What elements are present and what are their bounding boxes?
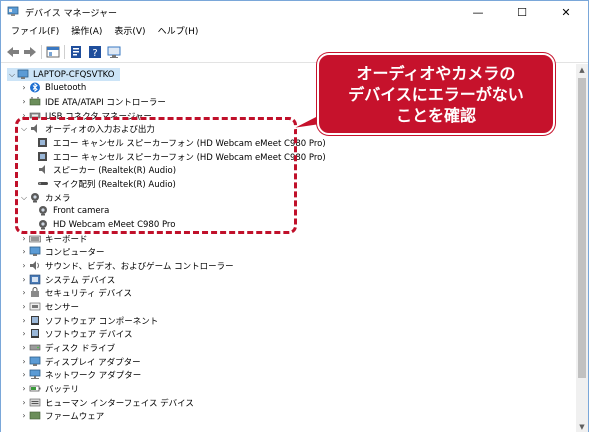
chevron-right-icon[interactable]: ›: [19, 286, 29, 299]
tree-item-label: コンピューター: [45, 247, 105, 258]
chevron-right-icon[interactable]: ›: [19, 327, 29, 340]
computer-icon: [29, 246, 41, 256]
callout-line-1: オーディオやカメラの: [356, 63, 516, 83]
scroll-down-arrow-icon[interactable]: ▼: [576, 421, 588, 432]
menu-view[interactable]: 表示(V): [108, 23, 151, 41]
display-adapter-icon: [29, 356, 41, 366]
tree-root[interactable]: ⌵ LAPTOP-CFQSVTKO: [7, 68, 121, 81]
tree-item-network-adapters[interactable]: › ネットワーク アダプター: [19, 368, 141, 381]
tree-item-software-components[interactable]: › ソフトウェア コンポーネント: [19, 314, 158, 327]
tree-item-firmware[interactable]: › ファームウェア: [19, 409, 104, 422]
tree-item-label: ヒューマン インターフェイス デバイス: [45, 398, 194, 409]
minimize-button[interactable]: —: [456, 1, 500, 23]
ide-controller-icon: [29, 97, 41, 106]
sound-icon: [30, 261, 39, 270]
help-icon[interactable]: ?: [87, 44, 103, 60]
tree-item-label: ソフトウェア デバイス: [45, 329, 133, 340]
tree-item-sound-video-game[interactable]: › サウンド、ビデオ、およびゲーム コントローラー: [19, 259, 234, 272]
disk-drive-icon: [29, 344, 41, 351]
tree-item-sensors[interactable]: › センサー: [19, 300, 79, 313]
tree-item-label: IDE ATA/ATAPI コントローラー: [45, 97, 166, 108]
chevron-down-icon[interactable]: ⌵: [7, 68, 17, 81]
firmware-icon: [29, 411, 41, 420]
tree-item-label: キーボード: [45, 234, 88, 245]
device-list-icon[interactable]: [45, 44, 61, 60]
system-device-icon: [29, 274, 41, 285]
scroll-up-arrow-icon[interactable]: ▲: [576, 64, 588, 76]
chevron-right-icon[interactable]: ›: [19, 314, 29, 327]
annotation-highlight-box: [15, 117, 297, 234]
tree-item-label: ネットワーク アダプター: [45, 370, 142, 381]
battery-icon: [29, 385, 41, 392]
chevron-right-icon[interactable]: ›: [19, 382, 29, 395]
tree-item-security-devices[interactable]: › セキュリティ デバイス: [19, 286, 132, 299]
tree-root-label: LAPTOP-CFQSVTKO: [33, 69, 115, 80]
tree-item-disk-drives[interactable]: › ディスク ドライブ: [19, 341, 115, 354]
tree-item-ide[interactable]: › IDE ATA/ATAPI コントローラー: [19, 95, 166, 108]
chevron-right-icon[interactable]: ›: [19, 259, 29, 272]
tree-item-label: ファームウェア: [45, 411, 105, 422]
chevron-right-icon[interactable]: ›: [19, 341, 29, 354]
tree-item-software-devices[interactable]: › ソフトウェア デバイス: [19, 327, 132, 340]
callout-line-2: デバイスにエラーがない: [348, 84, 524, 104]
annotation-callout: オーディオやカメラの デバイスにエラーがない ことを確認: [317, 53, 555, 135]
keyboard-icon: [29, 235, 41, 243]
chevron-right-icon[interactable]: ›: [19, 355, 29, 368]
chevron-right-icon[interactable]: ›: [19, 81, 29, 94]
hid-icon: [29, 398, 41, 407]
computer-icon: [17, 69, 29, 79]
properties-icon[interactable]: [68, 44, 84, 60]
back-arrow-icon[interactable]: [5, 44, 21, 60]
chevron-right-icon[interactable]: ›: [19, 273, 29, 286]
tree-item-label: セキュリティ デバイス: [45, 288, 132, 299]
menu-help[interactable]: ヘルプ(H): [152, 23, 205, 41]
tree-item-system-devices[interactable]: › システム デバイス: [19, 273, 115, 286]
svg-text:?: ?: [92, 48, 97, 59]
tree-item-label: Bluetooth: [45, 82, 87, 93]
tree-item-display-adapters[interactable]: › ディスプレイ アダプター: [19, 355, 141, 368]
device-manager-window: デバイス マネージャー — ☐ ✕ ファイル(F) 操作(A) 表示(V) ヘル…: [0, 0, 589, 432]
toolbar-separator: [64, 45, 65, 59]
tree-item-label: サウンド、ビデオ、およびゲーム コントローラー: [45, 261, 234, 272]
chevron-right-icon[interactable]: ›: [19, 245, 29, 258]
tree-item-label: ディスク ドライブ: [45, 343, 116, 354]
toolbar-separator: [41, 45, 42, 59]
callout-line-3: ことを確認: [395, 105, 476, 125]
device-manager-app-icon: [7, 6, 19, 16]
menu-action[interactable]: 操作(A): [65, 23, 108, 41]
chevron-right-icon[interactable]: ›: [19, 396, 29, 409]
chevron-right-icon[interactable]: ›: [19, 95, 29, 108]
bluetooth-icon: [30, 82, 40, 93]
tree-item-label: センサー: [45, 302, 80, 313]
security-device-icon: [31, 287, 39, 297]
tree-item-hid[interactable]: › ヒューマン インターフェイス デバイス: [19, 396, 194, 409]
chevron-right-icon[interactable]: ›: [19, 300, 29, 313]
close-button[interactable]: ✕: [544, 1, 588, 23]
maximize-button[interactable]: ☐: [500, 1, 544, 23]
title-bar[interactable]: デバイス マネージャー — ☐ ✕: [1, 1, 588, 23]
vertical-scrollbar[interactable]: ▲ ▼: [576, 64, 588, 432]
software-component-icon: [31, 316, 39, 325]
scrollbar-thumb[interactable]: [578, 78, 586, 378]
tree-item-label: システム デバイス: [45, 275, 116, 286]
chevron-right-icon[interactable]: ›: [19, 368, 29, 381]
window-title: デバイス マネージャー: [25, 9, 117, 19]
chevron-right-icon[interactable]: ›: [19, 409, 29, 422]
tree-item-computer[interactable]: › コンピューター: [19, 245, 105, 258]
menu-bar: ファイル(F) 操作(A) 表示(V) ヘルプ(H): [1, 23, 588, 41]
tree-item-bluetooth[interactable]: › Bluetooth: [19, 81, 86, 94]
scan-hardware-icon[interactable]: [106, 44, 122, 60]
tree-item-label: バッテリ: [45, 384, 80, 395]
network-adapter-icon: [29, 369, 41, 379]
forward-arrow-icon[interactable]: [22, 44, 38, 60]
software-device-icon: [31, 329, 39, 338]
tree-item-batteries[interactable]: › バッテリ: [19, 382, 79, 395]
menu-file[interactable]: ファイル(F): [5, 23, 65, 41]
tree-item-label: ソフトウェア コンポーネント: [45, 316, 159, 327]
sensor-icon: [29, 302, 41, 311]
tree-item-label: ディスプレイ アダプター: [45, 357, 141, 368]
